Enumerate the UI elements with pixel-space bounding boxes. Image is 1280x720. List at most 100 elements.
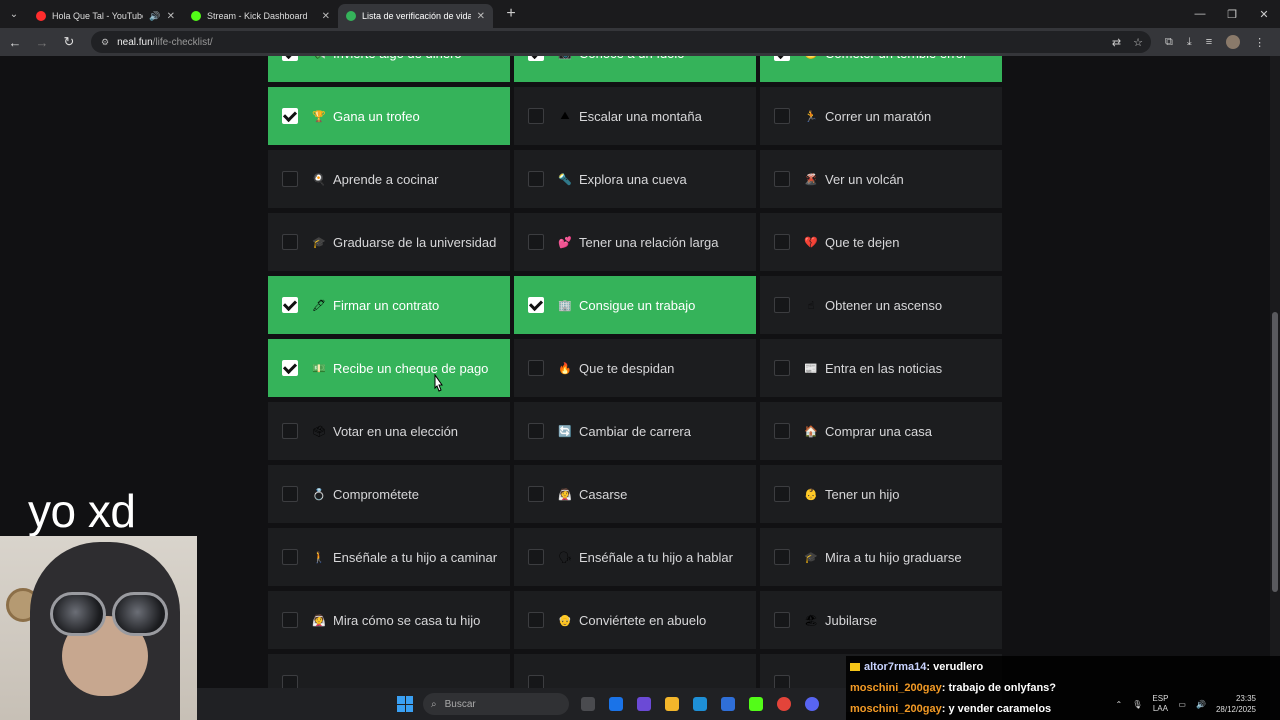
checklist-item[interactable]: 😬 Cometer un terrible error [760,56,1002,82]
tab-close-icon[interactable]: ✕ [477,11,485,22]
file-explorer-icon[interactable] [665,697,679,711]
checklist-item[interactable]: 🌋 Ver un volcán [760,150,1002,208]
checklist-item[interactable]: 👶 Tener un hijo [760,465,1002,523]
checkbox[interactable] [774,549,790,565]
checklist-item[interactable]: 📸 Conoce a un ídolo [514,56,756,82]
tab-audio-icon[interactable]: 🔊 [149,11,160,22]
checkbox[interactable] [528,360,544,376]
reload-button[interactable]: ↻ [57,30,81,54]
checklist-item[interactable]: 🔦 Explora una cueva [514,150,756,208]
checkbox[interactable] [282,297,298,313]
checkbox[interactable] [528,486,544,502]
media-control-icon[interactable]: ≡ [1206,36,1212,48]
scrollbar-thumb[interactable] [1272,312,1278,592]
volume-icon[interactable]: 🔊 [1196,700,1206,709]
browser-tab[interactable]: Stream - Kick Dashboard ✕ [183,4,338,28]
checkbox[interactable] [774,56,790,61]
checkbox[interactable] [282,486,298,502]
language-indicator[interactable]: ESP LAA [1152,694,1168,714]
checkbox[interactable] [282,56,298,61]
taskbar-clock[interactable]: 23:35 28/12/2025 [1216,693,1256,715]
checklist-item[interactable]: 🏢 Consigue un trabajo [514,276,756,334]
checkbox[interactable] [774,612,790,628]
checkbox[interactable] [528,612,544,628]
checkbox[interactable] [774,360,790,376]
checkbox[interactable] [774,297,790,313]
checkbox[interactable] [282,549,298,565]
maximize-button[interactable]: ❐ [1216,0,1248,28]
checkbox[interactable] [774,234,790,250]
checklist-item[interactable]: ☝ Obtener un ascenso [760,276,1002,334]
checkbox[interactable] [528,423,544,439]
checkbox[interactable] [774,423,790,439]
task-view-icon[interactable] [581,697,595,711]
checkbox[interactable] [528,297,544,313]
kick-icon[interactable] [749,697,763,711]
checklist-item[interactable]: 📰 Entra en las noticias [760,339,1002,397]
address-bar[interactable]: ⚙ neal.fun /life-checklist/ ⇄ ☆ [91,31,1151,53]
translate-icon[interactable]: ⇄ [1112,36,1121,49]
teams-icon[interactable] [637,697,651,711]
checklist-item[interactable]: 👰 Mira cómo se casa tu hijo [268,591,510,649]
taskbar-search[interactable]: ⌕ Buscar [423,693,569,715]
checklist-item[interactable]: 🗳 Votar en una elección [268,402,510,460]
checkbox[interactable] [282,108,298,124]
bookmark-star-icon[interactable]: ☆ [1133,36,1143,49]
site-info-icon[interactable]: ⚙ [101,37,109,48]
profile-avatar[interactable] [1226,35,1241,49]
checkbox[interactable] [528,108,544,124]
browser-tab[interactable]: Hola Que Tal - YouTube Mu 🔊 ✕ [28,4,183,28]
edge-icon[interactable] [693,697,707,711]
forward-button[interactable]: → [30,30,54,54]
checklist-item[interactable]: 💔 Que te dejen [760,213,1002,271]
checkbox[interactable] [774,108,790,124]
downloads-icon[interactable]: ⤓ [1187,36,1192,49]
tab-close-icon[interactable]: ✕ [167,11,175,22]
checkbox[interactable] [528,549,544,565]
tab-search-button[interactable]: ⌄ [0,0,28,28]
microphone-icon[interactable]: 🎙 [1132,700,1142,709]
checklist-item[interactable]: 🖊 Firmar un contrato [268,276,510,334]
checklist-item[interactable]: 💍 Comprométete [268,465,510,523]
checklist-item[interactable]: 🏃 Correr un maratón [760,87,1002,145]
checkbox[interactable] [528,171,544,187]
checkbox[interactable] [528,56,544,61]
checklist-item[interactable]: 🏖 Jubilarse [760,591,1002,649]
checklist-item[interactable]: 🔄 Cambiar de carrera [514,402,756,460]
checklist-item[interactable]: 🏆 Gana un trofeo [268,87,510,145]
checklist-item[interactable]: 🍳 Aprende a cocinar [268,150,510,208]
close-window-button[interactable]: ✕ [1248,0,1280,28]
chrome-icon[interactable] [777,697,791,711]
show-hidden-icons-icon[interactable]: ⌃ [1116,700,1123,709]
checkbox[interactable] [774,486,790,502]
discord-icon[interactable] [805,697,819,711]
checklist-item[interactable]: 👴 Conviértete en abuelo [514,591,756,649]
checkbox[interactable] [282,612,298,628]
checklist-item[interactable]: 👰 Casarse [514,465,756,523]
checklist-item[interactable]: 🚶 Enséñale a tu hijo a caminar [268,528,510,586]
checkbox[interactable] [282,234,298,250]
checklist-item[interactable]: ⛰ Escalar una montaña [514,87,756,145]
tab-close-icon[interactable]: ✕ [322,11,330,22]
page-scrollbar[interactable] [1270,56,1280,720]
back-button[interactable]: ← [3,30,27,54]
checkbox[interactable] [774,171,790,187]
outlook-icon[interactable] [609,697,623,711]
menu-icon[interactable]: ⋮ [1254,36,1265,49]
checklist-item[interactable]: 🎓 Graduarse de la universidad [268,213,510,271]
windows-start-icon[interactable] [397,696,413,712]
checklist-item[interactable]: 🏠 Comprar una casa [760,402,1002,460]
browser-tab[interactable]: Lista de verificación de vida ✕ [338,4,493,28]
checkbox[interactable] [282,360,298,376]
store-icon[interactable] [721,697,735,711]
checkbox[interactable] [282,423,298,439]
checklist-item[interactable]: 💸 Invierte algo de dinero [268,56,510,82]
checklist-item[interactable]: 🗣 Enséñale a tu hijo a hablar [514,528,756,586]
minimize-button[interactable]: — [1184,0,1216,28]
checklist-item[interactable]: 🎓 Mira a tu hijo graduarse [760,528,1002,586]
checklist-item[interactable]: 💵 Recibe un cheque de pago [268,339,510,397]
checklist-item[interactable]: 💕 Tener una relación larga [514,213,756,271]
checkbox[interactable] [528,234,544,250]
new-tab-button[interactable]: + [499,5,523,23]
extensions-icon[interactable]: ⧉ [1165,36,1173,49]
